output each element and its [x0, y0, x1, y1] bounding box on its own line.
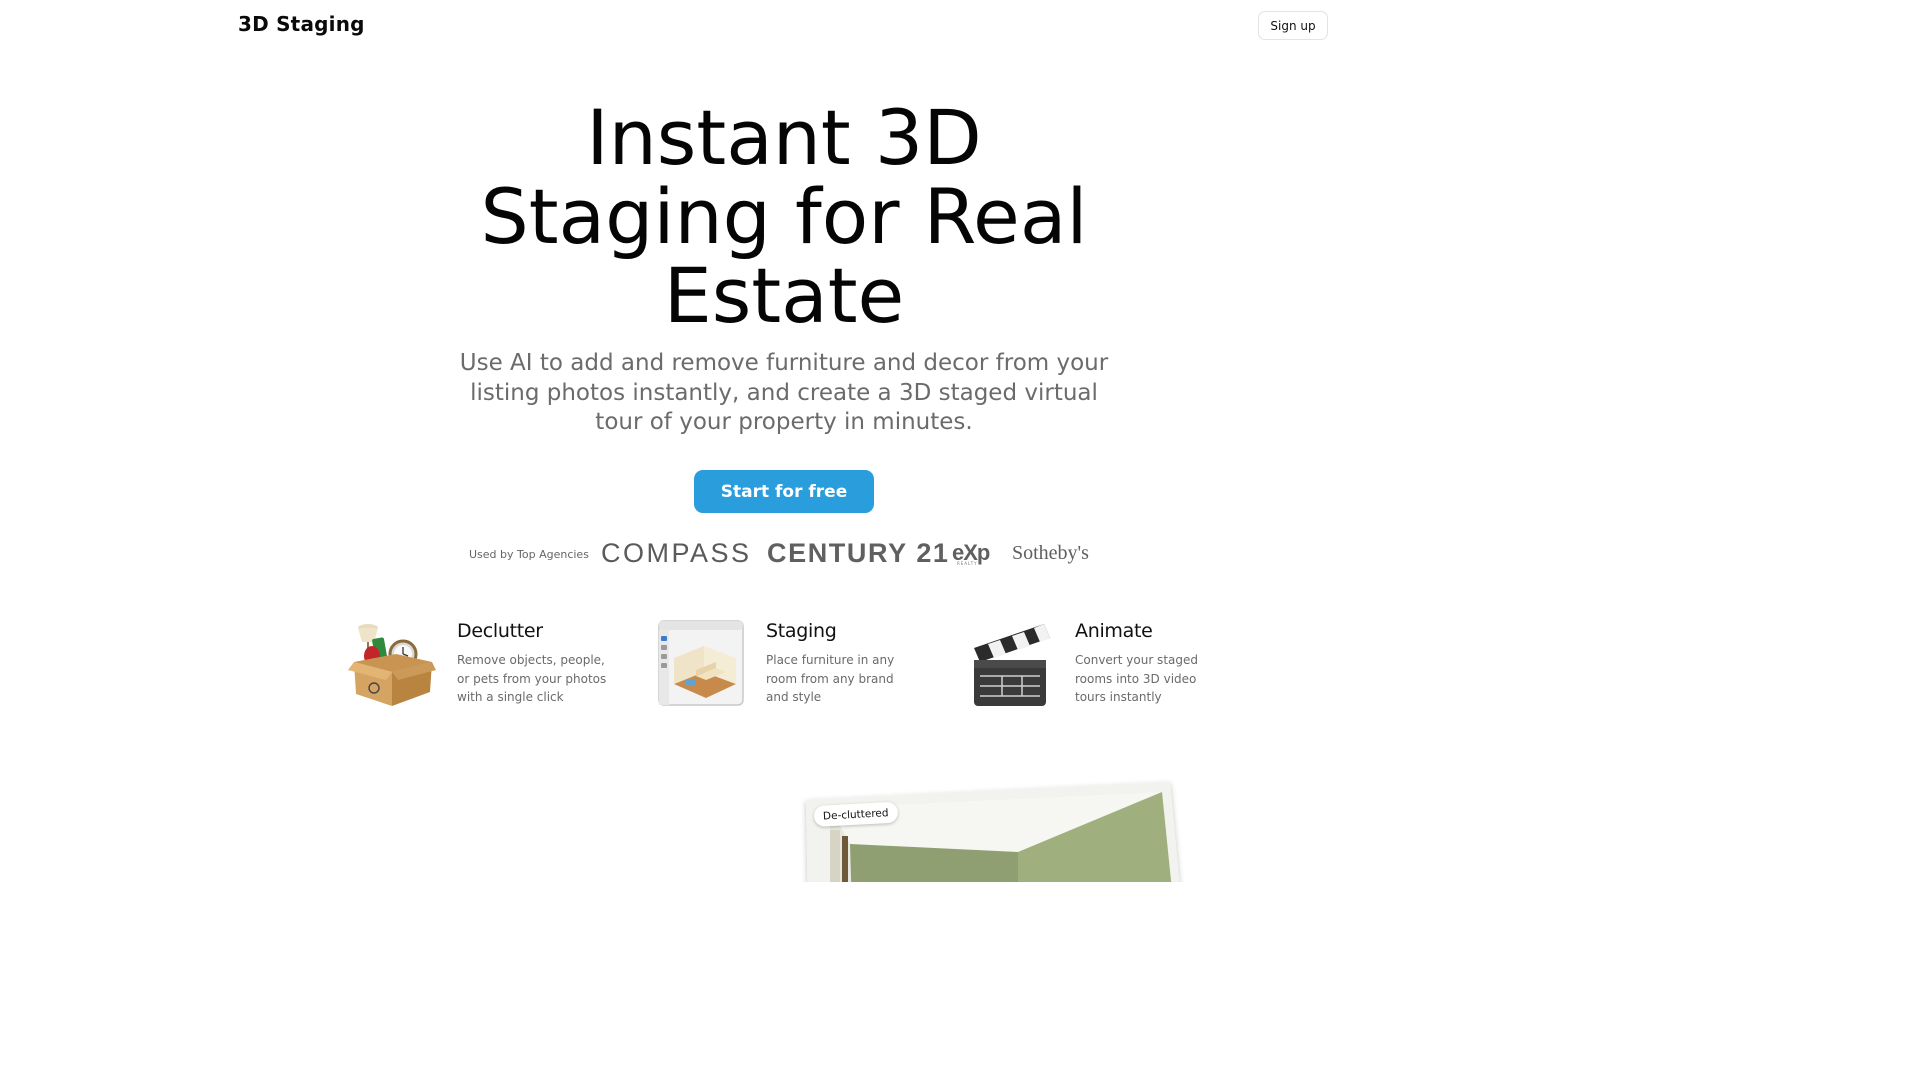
- room-preview-image: [806, 782, 1180, 882]
- staged-room-window-icon: [658, 620, 744, 706]
- hero-subtitle: Use AI to add and remove furniture and d…: [459, 350, 1109, 435]
- feature-desc-declutter: Remove objects, people, or pets from you…: [457, 653, 607, 704]
- feature-title-declutter: Declutter: [457, 620, 543, 642]
- brand-logo[interactable]: 3D Staging: [238, 12, 365, 36]
- used-by-label: Used by Top Agencies: [469, 548, 589, 561]
- cardboard-box-icon: [348, 624, 436, 706]
- exp-realty-sublabel: REALTY: [957, 561, 978, 566]
- clapperboard-icon: [974, 624, 1050, 706]
- hero-title: Instant 3D Staging for Real Estate: [480, 93, 1088, 340]
- feature-title-staging: Staging: [766, 620, 837, 642]
- signup-button[interactable]: Sign up: [1258, 11, 1328, 40]
- landing-page: 3D Staging Sign up Instant 3D Staging fo…: [0, 0, 1568, 882]
- feature-title-animate: Animate: [1075, 620, 1153, 642]
- feature-desc-staging: Place furniture in any room from any bra…: [766, 653, 895, 704]
- century21-logo: CENTURY 21: [767, 538, 950, 568]
- start-for-free-button[interactable]: Start for free: [694, 470, 874, 513]
- compass-logo: COMPASS: [601, 538, 752, 568]
- feature-desc-animate: Convert your staged rooms into 3D video …: [1075, 653, 1198, 704]
- decluttered-badge: De-cluttered: [813, 801, 899, 827]
- sothebys-logo: Sotheby's: [1012, 542, 1089, 564]
